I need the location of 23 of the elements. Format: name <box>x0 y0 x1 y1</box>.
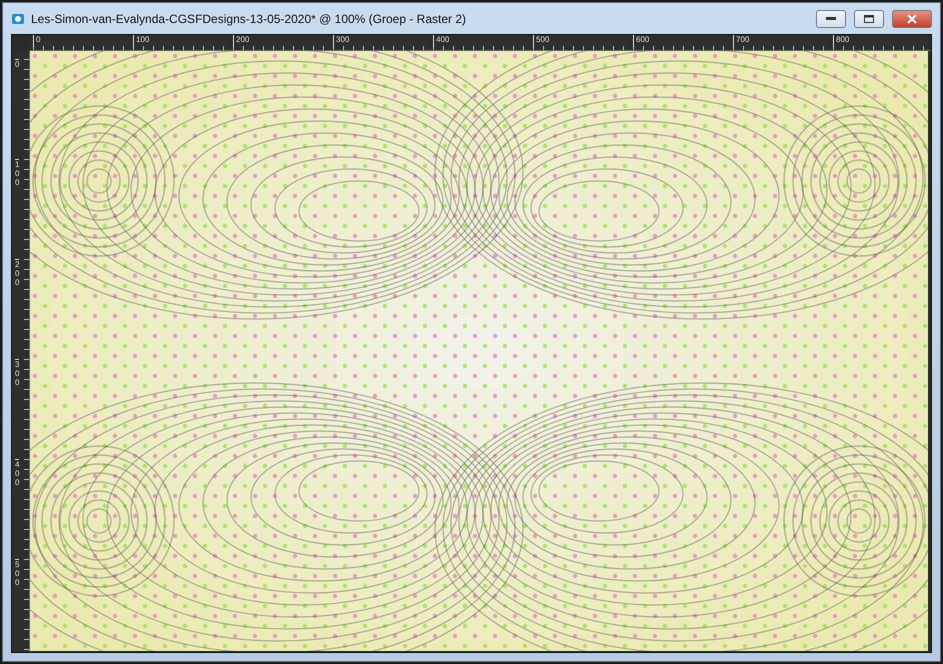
ruler-label: 300 <box>15 359 20 387</box>
close-icon <box>907 14 917 24</box>
ruler-label: 500 <box>15 559 20 587</box>
ruler-label: 500 <box>533 35 550 47</box>
ruler-label: 400 <box>433 35 450 47</box>
window-title: Les-Simon-van-Evalynda-CGSFDesigns-13-05-2020* @ 100% (Groep - Raster 2) <box>31 12 468 26</box>
ruler-label: 100 <box>133 35 150 47</box>
ruler-label: 400 <box>15 459 20 487</box>
maximize-button[interactable] <box>854 10 884 28</box>
close-button[interactable] <box>892 10 932 28</box>
ruler-label: 300 <box>333 35 350 47</box>
ruler-label: 600 <box>633 35 650 47</box>
ruler-label: 700 <box>733 35 750 47</box>
ruler-label: 100 <box>15 159 20 187</box>
ruler-label: 0 <box>33 35 40 47</box>
ruler-label: 800 <box>833 35 850 47</box>
ruler-label: 0 <box>15 59 20 69</box>
minimize-button[interactable] <box>816 10 846 28</box>
ruler-label: 200 <box>15 259 20 287</box>
ruler-label: 200 <box>233 35 250 47</box>
minimize-icon <box>826 16 836 20</box>
app-icon <box>11 12 25 26</box>
maximize-icon <box>864 14 874 22</box>
